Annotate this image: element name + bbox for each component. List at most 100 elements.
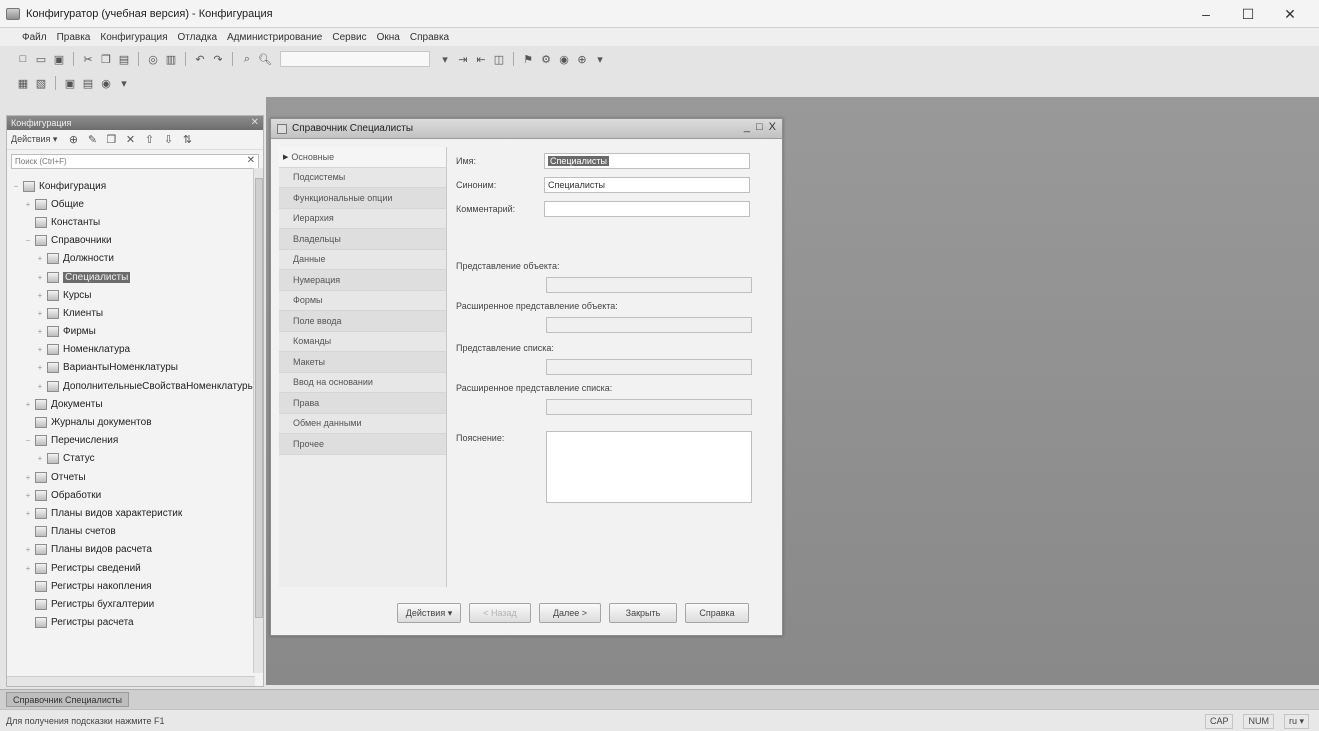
collapse-icon[interactable]: − [23, 236, 33, 245]
minimize-button[interactable]: – [1185, 4, 1227, 24]
sort-icon[interactable]: ⇅ [180, 133, 194, 147]
table-icon[interactable]: ▤ [81, 76, 95, 90]
zoom-icon[interactable]: ⌕ [240, 52, 254, 66]
dropdown-icon[interactable]: ▾ [438, 52, 452, 66]
ext-object-repr-field[interactable] [546, 317, 752, 333]
redo-icon[interactable]: ↷ [211, 52, 225, 66]
copy-icon[interactable]: ❐ [104, 133, 118, 147]
dialog-tab[interactable]: Нумерация [279, 270, 446, 291]
dialog-tab[interactable]: Прочее [279, 434, 446, 455]
tree-item[interactable]: − Конфигурация [11, 177, 263, 195]
move-down-icon[interactable]: ⇩ [161, 133, 175, 147]
run-icon[interactable]: ⚑ [521, 52, 535, 66]
dialog-close-button[interactable]: X [769, 121, 776, 133]
tree-item[interactable]: + Регистры сведений [11, 559, 263, 577]
expand-icon[interactable]: + [35, 309, 45, 318]
delete-icon[interactable]: ✕ [123, 133, 137, 147]
tree-item[interactable]: + Специалисты [11, 268, 263, 286]
next-button[interactable]: Далее > [539, 603, 601, 623]
tree-item[interactable]: + Фирмы [11, 323, 263, 341]
dialog-tab[interactable]: Макеты [279, 352, 446, 373]
scrollbar-thumb[interactable] [255, 178, 263, 618]
tree-icon[interactable]: ▧ [34, 76, 48, 90]
database-icon[interactable]: ◉ [557, 52, 571, 66]
menu-service[interactable]: Сервис [332, 32, 366, 43]
help-icon[interactable]: ⊕ [575, 52, 589, 66]
chevron-down-icon[interactable]: ▾ [117, 76, 131, 90]
tree-item[interactable]: − Перечисления [11, 432, 263, 450]
tree-item[interactable]: + ДополнительныеСвойстваНоменклатуры [11, 377, 263, 395]
bookmark-icon[interactable]: ◫ [492, 52, 506, 66]
expand-icon[interactable]: + [23, 200, 33, 209]
search-combo[interactable] [280, 51, 430, 67]
dialog-maximize-button[interactable]: □ [756, 121, 763, 133]
chevron-down-icon[interactable]: ▾ [593, 52, 607, 66]
add-icon[interactable]: ⊕ [66, 133, 80, 147]
expand-icon[interactable]: + [23, 509, 33, 518]
paste-icon[interactable]: ▤ [117, 52, 131, 66]
task-tab-specialists[interactable]: Справочник Специалисты [6, 692, 129, 707]
clear-search-icon[interactable]: ✕ [247, 155, 255, 166]
replace-icon[interactable]: ▥ [164, 52, 178, 66]
open-icon[interactable]: ▭ [34, 52, 48, 66]
expand-icon[interactable]: + [23, 564, 33, 573]
tree-item[interactable]: + Номенклатура [11, 341, 263, 359]
close-button[interactable]: ✕ [1269, 4, 1311, 24]
search-icon[interactable]: 🔍︎ [258, 52, 272, 66]
menu-edit[interactable]: Правка [57, 32, 91, 43]
close-icon[interactable]: ✕ [251, 117, 259, 128]
collapse-icon[interactable]: − [11, 182, 21, 191]
tree-actions-button[interactable]: Действия ▾ [11, 134, 57, 145]
menu-help[interactable]: Справка [410, 32, 449, 43]
dialog-tab[interactable]: Команды [279, 331, 446, 352]
tree-horizontal-scrollbar[interactable] [7, 676, 255, 686]
expand-icon[interactable]: + [35, 327, 45, 336]
tree-item[interactable]: + ВариантыНоменклатуры [11, 359, 263, 377]
tree-item[interactable]: Планы счетов [11, 523, 263, 541]
expand-icon[interactable]: + [35, 254, 45, 263]
tree-item[interactable]: + Обработки [11, 486, 263, 504]
dialog-tab[interactable]: Функциональные опции [279, 188, 446, 209]
save-icon[interactable]: ▣ [52, 52, 66, 66]
edit-icon[interactable]: ✎ [85, 133, 99, 147]
dialog-tab[interactable]: Обмен данными [279, 413, 446, 434]
expand-icon[interactable]: + [35, 363, 45, 372]
find-prev-icon[interactable]: ⇤ [474, 52, 488, 66]
explanation-textarea[interactable] [546, 431, 752, 503]
dialog-tab[interactable]: Ввод на основании [279, 372, 446, 393]
name-field[interactable]: Специалисты [544, 153, 750, 169]
menu-debug[interactable]: Отладка [177, 32, 217, 43]
maximize-button[interactable]: ☐ [1227, 4, 1269, 24]
tree-item[interactable]: + Должности [11, 250, 263, 268]
expand-icon[interactable]: + [23, 491, 33, 500]
dialog-tab[interactable]: Владельцы [279, 229, 446, 250]
expand-icon[interactable]: + [23, 400, 33, 409]
expand-icon[interactable]: + [35, 291, 45, 300]
back-button[interactable]: < Назад [469, 603, 531, 623]
tree-item[interactable]: + Общие [11, 195, 263, 213]
expand-icon[interactable]: + [35, 273, 45, 282]
tree-vertical-scrollbar[interactable] [253, 168, 263, 673]
tree-item[interactable]: + Курсы [11, 286, 263, 304]
expand-icon[interactable]: + [35, 382, 45, 391]
dialog-tab[interactable]: Данные [279, 249, 446, 270]
tree-item[interactable]: + Отчеты [11, 468, 263, 486]
tree-item[interactable]: + Статус [11, 450, 263, 468]
tree-item[interactable]: Журналы документов [11, 413, 263, 431]
dialog-tab[interactable]: Права [279, 393, 446, 414]
new-icon[interactable]: □ [16, 52, 30, 66]
dialog-tab[interactable]: Иерархия [279, 208, 446, 229]
ext-list-repr-field[interactable] [546, 399, 752, 415]
list-repr-field[interactable] [546, 359, 752, 375]
tree-item[interactable]: + Клиенты [11, 304, 263, 322]
dialog-tab[interactable]: Основные [279, 147, 446, 168]
copy-icon[interactable]: ❐ [99, 52, 113, 66]
tree-item[interactable]: Регистры расчета [11, 614, 263, 632]
debug-icon[interactable]: ⚙ [539, 52, 553, 66]
expand-icon[interactable]: + [35, 454, 45, 463]
menu-windows[interactable]: Окна [377, 32, 400, 43]
dialog-minimize-button[interactable]: _ [744, 121, 750, 133]
tree-item[interactable]: + Документы [11, 395, 263, 413]
undo-icon[interactable]: ↶ [193, 52, 207, 66]
dialog-tab[interactable]: Поле ввода [279, 311, 446, 332]
